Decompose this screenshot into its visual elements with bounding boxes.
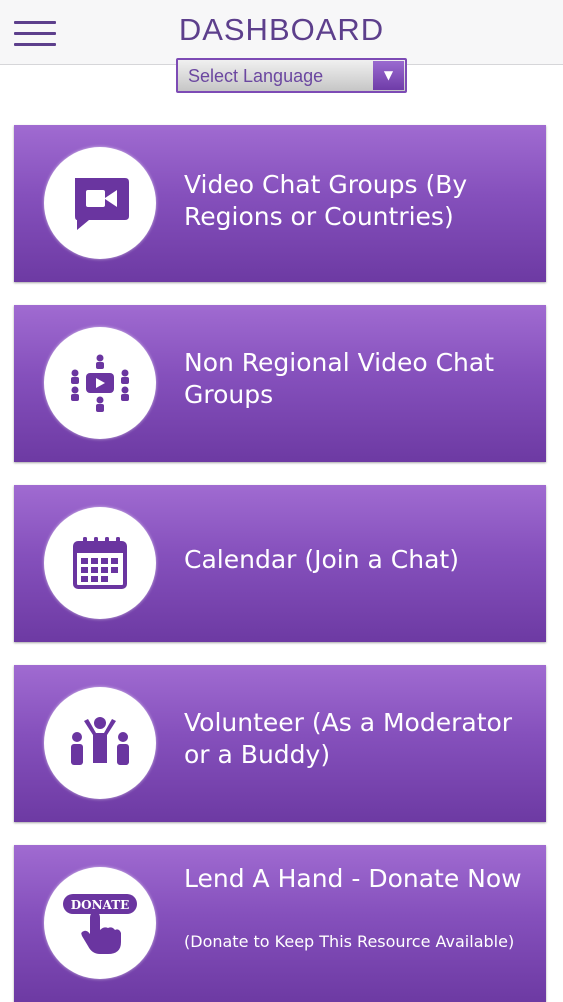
calendar-icon	[44, 507, 156, 619]
tile-video-chat-groups[interactable]: Video Chat Groups (By Regions or Countri…	[14, 125, 546, 282]
volunteer-people-icon	[44, 687, 156, 799]
video-chat-icon	[44, 147, 156, 259]
language-select[interactable]: Select Language ▼	[176, 58, 407, 93]
donate-icon-text: DONATE	[71, 898, 130, 912]
tile-label: Calendar (Join a Chat)	[184, 545, 459, 574]
tile-donate[interactable]: DONATE Lend A Hand - Donate Now (Donate …	[14, 845, 546, 1002]
tile-label: Lend A Hand - Donate Now	[184, 864, 522, 893]
tile-calendar[interactable]: Calendar (Join a Chat)	[14, 485, 546, 642]
tile-sublabel: (Donate to Keep This Resource Available)	[184, 932, 515, 951]
dropdown-arrow-icon[interactable]: ▼	[373, 61, 404, 90]
tile-label: Volunteer (As a Moderator or a Buddy)	[184, 708, 513, 769]
language-select-value: Select Language	[188, 66, 324, 86]
app-header: DASHBOARD	[0, 0, 563, 65]
tile-volunteer[interactable]: Volunteer (As a Moderator or a Buddy)	[14, 665, 546, 822]
donate-button-icon: DONATE	[44, 867, 156, 979]
group-video-icon	[44, 327, 156, 439]
tile-non-regional-groups[interactable]: Non Regional Video Chat Groups	[14, 305, 546, 462]
page-title: DASHBOARD	[178, 12, 385, 47]
tile-label: Non Regional Video Chat Groups	[184, 348, 494, 409]
tile-label: Video Chat Groups (By Regions or Countri…	[184, 170, 468, 231]
